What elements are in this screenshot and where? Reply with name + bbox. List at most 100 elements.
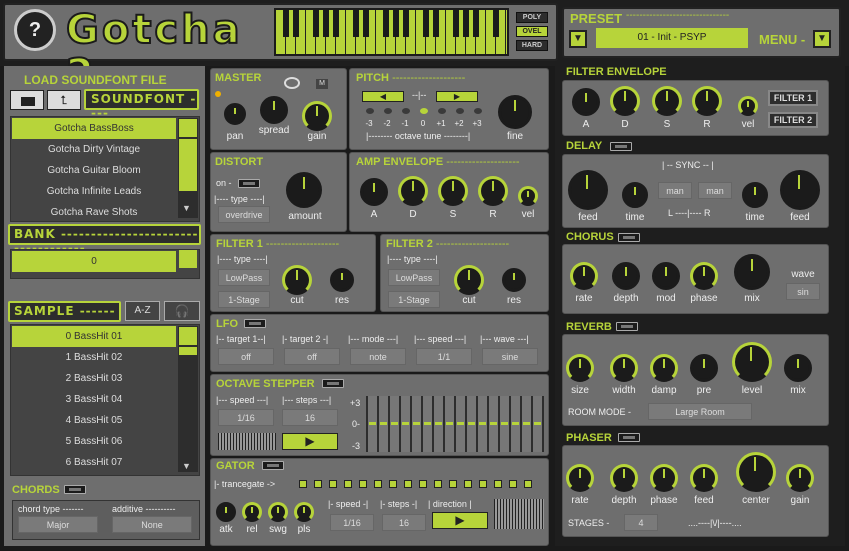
sample-item[interactable]: 5 BassHit 06	[12, 431, 176, 452]
mode-hard-button[interactable]: HARD	[516, 40, 548, 51]
trancegate-step[interactable]	[464, 480, 472, 488]
black-key[interactable]	[363, 10, 369, 37]
black-key[interactable]	[433, 10, 439, 37]
gator-pls-knob[interactable]	[294, 502, 314, 522]
trancegate-step[interactable]	[524, 480, 532, 488]
black-key[interactable]	[353, 10, 359, 37]
folder-button[interactable]	[10, 90, 44, 110]
soundfont-item[interactable]: Gotcha Infinite Leads	[12, 181, 176, 202]
sample-item[interactable]: 0 BassHit 01	[12, 326, 176, 347]
gator-direction-button[interactable]: ▶	[432, 512, 488, 529]
help-button[interactable]: ?	[14, 9, 56, 51]
phaser-depth-knob[interactable]	[610, 464, 638, 492]
amp-env-S-knob[interactable]	[438, 176, 468, 206]
gator-toggle[interactable]	[262, 461, 284, 470]
mode-ovel-button[interactable]: OVEL	[516, 26, 548, 37]
lfo-target2-select[interactable]: off	[284, 348, 340, 365]
phaser-phase-knob[interactable]	[650, 464, 678, 492]
trancegate-step[interactable]	[359, 480, 367, 488]
filter2-cut-knob[interactable]	[454, 265, 484, 295]
mono-button[interactable]: M	[316, 79, 328, 89]
chorus-toggle[interactable]	[618, 233, 640, 242]
amp-env-R-knob[interactable]	[478, 176, 508, 206]
filter-env-target1-button[interactable]: FILTER 1	[768, 90, 818, 106]
gator-slider[interactable]	[494, 499, 544, 529]
filter2-res-knob[interactable]	[502, 268, 526, 292]
trancegate-step[interactable]	[329, 480, 337, 488]
stepper-slider[interactable]	[218, 433, 276, 450]
delay-sync-left-button[interactable]: man	[658, 182, 692, 199]
soundfont-item[interactable]: Gotcha Guitar Bloom	[12, 160, 176, 181]
soundfont-item[interactable]: Gotcha Rave Shots	[12, 202, 176, 223]
black-key[interactable]	[453, 10, 459, 37]
reverb-width-knob[interactable]	[610, 354, 638, 382]
reverb-mix-knob[interactable]	[784, 354, 812, 382]
stereo-link-icon[interactable]	[284, 77, 300, 89]
stepper-grid[interactable]	[366, 396, 544, 452]
black-key[interactable]	[423, 10, 429, 37]
amount-knob[interactable]	[286, 172, 322, 208]
trancegate-step[interactable]	[404, 480, 412, 488]
trancegate-step[interactable]	[344, 480, 352, 488]
gain-knob[interactable]	[302, 101, 332, 131]
reverb-toggle[interactable]	[616, 322, 638, 331]
chorus-phase-knob[interactable]	[690, 262, 718, 290]
black-key[interactable]	[383, 10, 389, 37]
filter1-stage-select[interactable]: 1-Stage	[218, 291, 270, 308]
phaser-feed-knob[interactable]	[690, 464, 718, 492]
preset-name[interactable]: 01 - Init - PSYP	[596, 28, 748, 48]
filter-env-A-knob[interactable]	[572, 88, 600, 116]
amp-env-vel-knob[interactable]	[518, 186, 538, 206]
gator-steps-select[interactable]: 16	[382, 514, 426, 531]
chorus-wave-select[interactable]: sin	[786, 283, 820, 300]
trancegate-step[interactable]	[434, 480, 442, 488]
sample-scroll-up[interactable]	[179, 327, 197, 345]
phaser-toggle[interactable]	[618, 433, 640, 442]
preview-button[interactable]: 🎧	[164, 301, 200, 321]
reverb-size-knob[interactable]	[566, 354, 594, 382]
delay-feed-left-knob[interactable]	[568, 170, 608, 210]
trancegate-step[interactable]	[374, 480, 382, 488]
filter1-res-knob[interactable]	[330, 268, 354, 292]
reverb-level-knob[interactable]	[732, 342, 772, 382]
stepper-steps-select[interactable]: 16	[282, 409, 338, 426]
sample-scroll-down-icon[interactable]: ▼	[182, 461, 191, 471]
sample-item[interactable]: 2 BassHit 03	[12, 368, 176, 389]
delay-feed-right-knob[interactable]	[780, 170, 820, 210]
menu-dropdown-button[interactable]: ▼	[813, 30, 831, 48]
black-key[interactable]	[463, 10, 469, 37]
pan-knob[interactable]	[224, 103, 246, 125]
black-key[interactable]	[333, 10, 339, 37]
distort-type-select[interactable]: overdrive	[218, 206, 270, 223]
delay-time-left-knob[interactable]	[622, 182, 648, 208]
trancegate-step[interactable]	[494, 480, 502, 488]
filter-env-S-knob[interactable]	[652, 86, 682, 116]
bank-scroll-up[interactable]	[179, 250, 197, 268]
chorus-rate-knob[interactable]	[570, 262, 598, 290]
gator-atk-knob[interactable]	[216, 502, 236, 522]
sample-item[interactable]: 6 BassHit 07	[12, 452, 176, 473]
gator-rel-knob[interactable]	[242, 502, 262, 522]
black-key[interactable]	[313, 10, 319, 37]
preset-prev-button[interactable]: ▼	[569, 30, 587, 48]
trancegate-step[interactable]	[509, 480, 517, 488]
stepper-speed-select[interactable]: 1/16	[218, 409, 274, 426]
trancegate-step[interactable]	[389, 480, 397, 488]
black-key[interactable]	[493, 10, 499, 37]
sample-scroll-thumb[interactable]	[179, 347, 197, 355]
lfo-speed-select[interactable]: 1/1	[416, 348, 472, 365]
delay-toggle[interactable]	[610, 142, 632, 151]
black-key[interactable]	[293, 10, 299, 37]
delay-sync-right-button[interactable]: man	[698, 182, 732, 199]
lfo-mode-select[interactable]: note	[350, 348, 406, 365]
lfo-toggle[interactable]	[244, 319, 266, 328]
menu-label[interactable]: MENU -	[759, 32, 805, 47]
trancegate-step[interactable]	[449, 480, 457, 488]
lfo-target1-select[interactable]: off	[218, 348, 274, 365]
filter1-type-select[interactable]: LowPass	[218, 269, 270, 286]
filter2-stage-select[interactable]: 1-Stage	[388, 291, 440, 308]
filter-env-target2-button[interactable]: FILTER 2	[768, 112, 818, 128]
chord-type-select[interactable]: Major	[18, 516, 98, 533]
stepper-toggle[interactable]	[322, 379, 344, 388]
spread-knob[interactable]	[260, 96, 288, 124]
